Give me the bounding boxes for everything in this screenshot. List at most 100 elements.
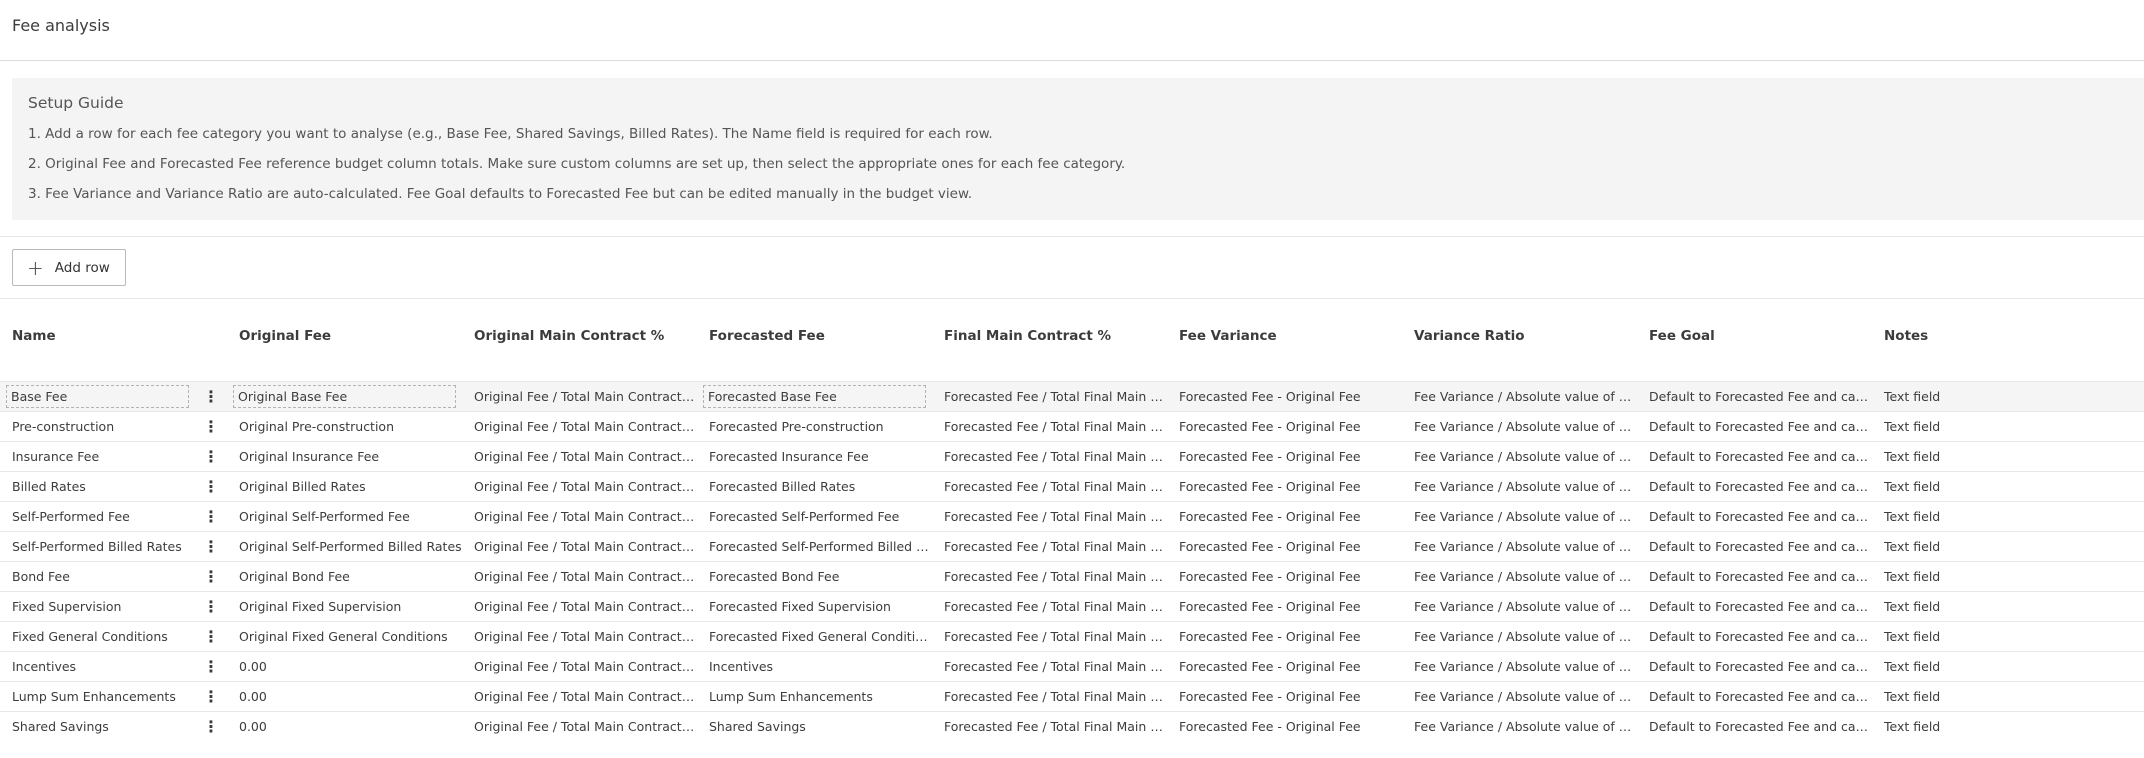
cell-final-main-contract-pct[interactable]: Forecasted Fee / Total Final Main Contra… xyxy=(932,380,1167,411)
cell-fee-variance[interactable]: Forecasted Fee - Original Fee xyxy=(1167,410,1402,441)
cell-variance-ratio[interactable]: Fee Variance / Absolute value of Origina… xyxy=(1402,620,1637,651)
cell-variance-ratio[interactable]: Fee Variance / Absolute value of Origina… xyxy=(1402,650,1637,681)
cell-original-fee[interactable]: Original Fixed General Conditions xyxy=(227,620,462,651)
cell-notes[interactable]: Text field xyxy=(1872,380,2144,411)
cell-fee-goal[interactable]: Default to Forecasted Fee and can be edi… xyxy=(1637,410,1872,441)
cell-original-fee[interactable]: 0.00 xyxy=(227,680,462,711)
table-row[interactable]: Bond Fee ⋮ Original Bond Fee Original Fee /… xyxy=(0,560,2144,591)
table-row[interactable]: Pre-construction ⋮ Original Pre-constructi… xyxy=(0,410,2144,441)
cell-fee-variance[interactable]: Forecasted Fee - Original Fee xyxy=(1167,500,1402,531)
row-menu-icon[interactable]: ⋮ xyxy=(195,440,227,471)
cell-final-main-contract-pct[interactable]: Forecasted Fee / Total Final Main Contra… xyxy=(932,500,1167,531)
cell-variance-ratio[interactable]: Fee Variance / Absolute value of Origina… xyxy=(1402,710,1637,741)
cell-variance-ratio[interactable]: Fee Variance / Absolute value of Origina… xyxy=(1402,380,1637,411)
cell-final-main-contract-pct[interactable]: Forecasted Fee / Total Final Main Contra… xyxy=(932,710,1167,741)
cell-forecasted-fee[interactable]: Incentives xyxy=(697,650,932,681)
cell-name[interactable]: Bond Fee xyxy=(0,560,195,591)
cell-original-main-contract-pct[interactable]: Original Fee / Total Main Contract Amoun… xyxy=(462,560,697,591)
cell-fee-goal[interactable]: Default to Forecasted Fee and can be edi… xyxy=(1637,710,1872,741)
cell-fee-variance[interactable]: Forecasted Fee - Original Fee xyxy=(1167,650,1402,681)
cell-notes[interactable]: Text field xyxy=(1872,440,2144,471)
cell-fee-variance[interactable]: Forecasted Fee - Original Fee xyxy=(1167,440,1402,471)
cell-fee-variance[interactable]: Forecasted Fee - Original Fee xyxy=(1167,590,1402,621)
row-menu-icon[interactable]: ⋮ xyxy=(195,560,227,591)
cell-name[interactable]: Billed Rates xyxy=(0,470,195,501)
cell-variance-ratio[interactable]: Fee Variance / Absolute value of Origina… xyxy=(1402,560,1637,591)
cell-name[interactable]: Insurance Fee xyxy=(0,440,195,471)
cell-original-fee[interactable]: 0.00 xyxy=(227,650,462,681)
cell-notes[interactable]: Text field xyxy=(1872,500,2144,531)
cell-fee-goal[interactable]: Default to Forecasted Fee and can be edi… xyxy=(1637,620,1872,651)
cell-notes[interactable]: Text field xyxy=(1872,680,2144,711)
cell-fee-variance[interactable]: Forecasted Fee - Original Fee xyxy=(1167,680,1402,711)
cell-name[interactable]: Fixed Supervision xyxy=(0,590,195,621)
table-row[interactable]: Insurance Fee ⋮ Original Insurance Fee Orig… xyxy=(0,440,2144,471)
cell-fee-variance[interactable]: Forecasted Fee - Original Fee xyxy=(1167,560,1402,591)
cell-notes[interactable]: Text field xyxy=(1872,710,2144,741)
table-row[interactable]: Fixed Supervision ⋮ Original Fixed Supervi… xyxy=(0,590,2144,621)
table-row[interactable]: Lump Sum Enhancements ⋮ 0.00 Original Fee /… xyxy=(0,680,2144,711)
cell-name-value[interactable]: Base Fee xyxy=(6,384,189,408)
cell-final-main-contract-pct[interactable]: Forecasted Fee / Total Final Main Contra… xyxy=(932,530,1167,561)
column-header-variance-ratio[interactable]: Variance Ratio xyxy=(1402,321,1637,351)
cell-fee-variance[interactable]: Forecasted Fee - Original Fee xyxy=(1167,470,1402,501)
row-menu-icon[interactable]: ⋮ xyxy=(195,500,227,531)
cell-original-main-contract-pct[interactable]: Original Fee / Total Main Contract Amoun… xyxy=(462,530,697,561)
cell-fee-goal[interactable]: Default to Forecasted Fee and can be edi… xyxy=(1637,560,1872,591)
table-row[interactable]: Self-Performed Fee ⋮ Original Self-Perform… xyxy=(0,500,2144,531)
cell-forecasted-fee-value[interactable]: Forecasted Base Fee xyxy=(703,384,926,408)
row-menu-icon[interactable]: ⋮ xyxy=(195,680,227,711)
cell-forecasted-fee[interactable]: Forecasted Fixed Supervision xyxy=(697,590,932,621)
cell-original-main-contract-pct[interactable]: Original Fee / Total Main Contract Amoun… xyxy=(462,650,697,681)
table-row[interactable]: Self-Performed Billed Rates ⋮ Original Sel… xyxy=(0,530,2144,561)
cell-original-main-contract-pct[interactable]: Original Fee / Total Main Contract Amoun… xyxy=(462,410,697,441)
cell-original-fee[interactable]: Original Bond Fee xyxy=(227,560,462,591)
cell-final-main-contract-pct[interactable]: Forecasted Fee / Total Final Main Contra… xyxy=(932,410,1167,441)
cell-forecasted-fee[interactable]: Forecasted Billed Rates xyxy=(697,470,932,501)
cell-original-main-contract-pct[interactable]: Original Fee / Total Main Contract Amoun… xyxy=(462,440,697,471)
column-header-final-main-contract-pct[interactable]: Final Main Contract % xyxy=(932,321,1167,351)
cell-fee-variance[interactable]: Forecasted Fee - Original Fee xyxy=(1167,530,1402,561)
cell-name[interactable]: Self-Performed Fee xyxy=(0,500,195,531)
cell-name[interactable]: Incentives xyxy=(0,650,195,681)
column-header-original-main-contract-pct[interactable]: Original Main Contract % xyxy=(462,321,697,351)
column-header-fee-variance[interactable]: Fee Variance xyxy=(1167,321,1402,351)
column-header-forecasted-fee[interactable]: Forecasted Fee xyxy=(697,321,932,351)
cell-original-main-contract-pct[interactable]: Original Fee / Total Main Contract Amoun… xyxy=(462,590,697,621)
cell-final-main-contract-pct[interactable]: Forecasted Fee / Total Final Main Contra… xyxy=(932,590,1167,621)
row-menu-icon[interactable]: ⋮ xyxy=(195,650,227,681)
column-header-original-fee[interactable]: Original Fee xyxy=(227,321,462,351)
cell-name[interactable]: Shared Savings xyxy=(0,710,195,741)
column-header-fee-goal[interactable]: Fee Goal xyxy=(1637,321,1872,351)
cell-notes[interactable]: Text field xyxy=(1872,410,2144,441)
cell-final-main-contract-pct[interactable]: Forecasted Fee / Total Final Main Contra… xyxy=(932,440,1167,471)
cell-notes[interactable]: Text field xyxy=(1872,590,2144,621)
table-row[interactable]: Base Fee ⋮ Original Base Fee Original Fee /… xyxy=(0,380,2144,411)
cell-name[interactable]: Pre-construction xyxy=(0,410,195,441)
cell-original-fee[interactable]: Original Pre-construction xyxy=(227,410,462,441)
cell-original-fee[interactable]: Original Insurance Fee xyxy=(227,440,462,471)
cell-fee-goal[interactable]: Default to Forecasted Fee and can be edi… xyxy=(1637,680,1872,711)
cell-variance-ratio[interactable]: Fee Variance / Absolute value of Origina… xyxy=(1402,470,1637,501)
row-menu-icon[interactable]: ⋮ xyxy=(195,470,227,501)
cell-original-fee[interactable]: Original Self-Performed Billed Rates xyxy=(227,530,462,561)
cell-original-main-contract-pct[interactable]: Original Fee / Total Main Contract Amoun… xyxy=(462,620,697,651)
cell-fee-goal[interactable]: Default to Forecasted Fee and can be edi… xyxy=(1637,590,1872,621)
cell-original-main-contract-pct[interactable]: Original Fee / Total Main Contract Amoun… xyxy=(462,500,697,531)
cell-name[interactable]: Fixed General Conditions xyxy=(0,620,195,651)
cell-fee-goal[interactable]: Default to Forecasted Fee and can be edi… xyxy=(1637,380,1872,411)
cell-variance-ratio[interactable]: Fee Variance / Absolute value of Origina… xyxy=(1402,500,1637,531)
row-menu-icon[interactable]: ⋮ xyxy=(195,380,227,411)
cell-original-main-contract-pct[interactable]: Original Fee / Total Main Contract Amoun… xyxy=(462,680,697,711)
cell-fee-goal[interactable]: Default to Forecasted Fee and can be edi… xyxy=(1637,470,1872,501)
row-menu-icon[interactable]: ⋮ xyxy=(195,530,227,561)
cell-fee-variance[interactable]: Forecasted Fee - Original Fee xyxy=(1167,380,1402,411)
row-menu-icon[interactable]: ⋮ xyxy=(195,410,227,441)
table-row[interactable]: Shared Savings ⋮ 0.00 Original Fee / Total … xyxy=(0,710,2144,741)
cell-fee-goal[interactable]: Default to Forecasted Fee and can be edi… xyxy=(1637,530,1872,561)
cell-fee-goal[interactable]: Default to Forecasted Fee and can be edi… xyxy=(1637,650,1872,681)
add-row-button[interactable]: + Add row xyxy=(12,249,126,286)
cell-final-main-contract-pct[interactable]: Forecasted Fee / Total Final Main Contra… xyxy=(932,560,1167,591)
cell-forecasted-fee[interactable]: Forecasted Pre-construction xyxy=(697,410,932,441)
cell-name[interactable]: Self-Performed Billed Rates xyxy=(0,530,195,561)
